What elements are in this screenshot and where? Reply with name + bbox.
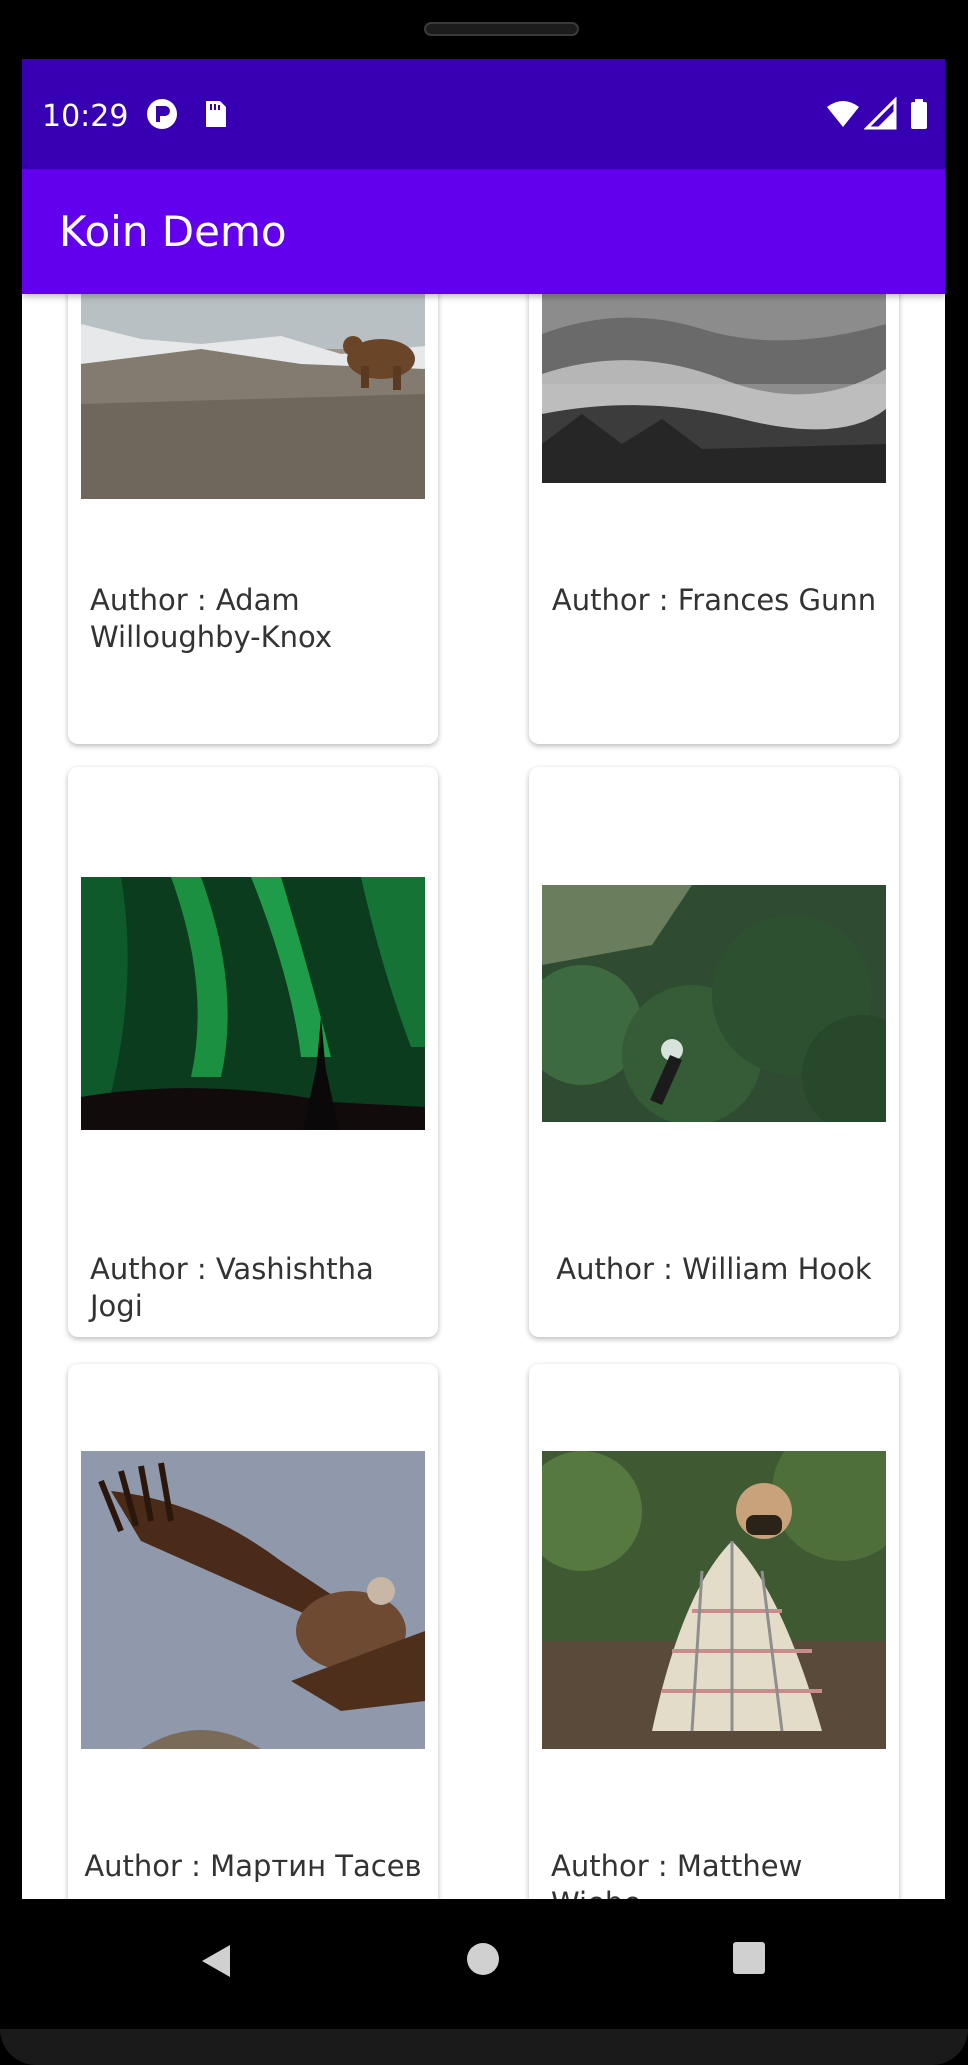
wifi-icon — [826, 97, 860, 131]
home-icon[interactable] — [465, 1941, 501, 1981]
photo-card[interactable]: Author : William Hook — [529, 767, 899, 1337]
app-bar: Koin Demo — [22, 169, 945, 294]
photo-image — [81, 294, 425, 499]
battery-icon — [902, 97, 936, 131]
author-label: Author : William Hook — [556, 1252, 872, 1286]
status-bar: 10:29 — [22, 59, 945, 169]
tracking-icon — [145, 97, 179, 131]
photo-grid[interactable]: Author : Adam Willoughby-Knox Author : F… — [22, 294, 945, 1899]
photo-image — [542, 294, 886, 483]
back-icon[interactable] — [196, 1941, 236, 1985]
photo-image — [81, 877, 425, 1130]
photo-card[interactable]: Author : Matthew Wiebe — [529, 1364, 899, 1899]
speaker-grille — [424, 22, 579, 36]
sd-card-icon — [197, 97, 231, 131]
photo-card[interactable]: Author : Frances Gunn — [529, 294, 899, 744]
author-label: Author : Мартин Тасев — [84, 1849, 422, 1883]
navigation-bar — [0, 1899, 968, 2029]
photo-image — [81, 1451, 425, 1749]
status-time: 10:29 — [42, 99, 129, 134]
signal-icon — [863, 96, 898, 131]
screen: 10:29 Koin Demo Author: Adam Willoughby… — [22, 59, 945, 1899]
author-label: Author : Frances Gunn — [551, 583, 877, 617]
photo-card[interactable]: Author : Vashishtha Jogi — [68, 767, 438, 1337]
photo-image — [542, 885, 886, 1122]
phone-frame: 10:29 Koin Demo Author: Adam Willoughby… — [0, 0, 968, 2065]
author-label: Author : Vashishtha Jogi — [90, 1252, 374, 1323]
device-bottom-edge — [0, 2029, 968, 2065]
photo-card[interactable]: Author : Adam Willoughby-Knox — [68, 294, 438, 744]
recents-icon[interactable] — [732, 1941, 766, 1979]
photo-card[interactable]: Author : Мартин Тасев — [68, 1364, 438, 1899]
author-label: Author : Adam Willoughby-Knox — [90, 583, 333, 654]
author-label: Author : Matthew Wiebe — [551, 1849, 803, 1899]
photo-image — [542, 1451, 886, 1749]
app-title: Koin Demo — [59, 207, 287, 256]
